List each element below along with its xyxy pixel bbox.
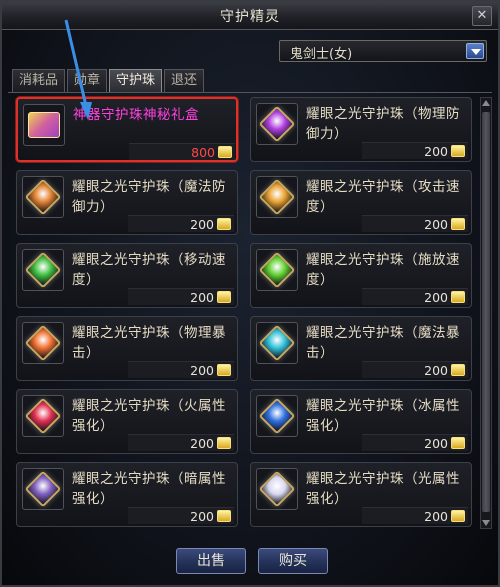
item-card[interactable]: 耀眼之光守护珠（魔法暴击） 200 bbox=[250, 316, 472, 381]
gold-coin-icon bbox=[451, 364, 465, 376]
item-card[interactable]: 耀眼之光守护珠（魔法防御力） 200 bbox=[16, 170, 238, 235]
purple-gem-icon bbox=[256, 103, 298, 145]
item-price: 200 bbox=[424, 436, 448, 451]
item-name: 耀眼之光守护珠（暗属性强化） bbox=[72, 471, 226, 507]
gold-coin-icon bbox=[217, 218, 231, 230]
item-name: 耀眼之光守护珠（魔法暴击） bbox=[306, 325, 460, 361]
item-price: 200 bbox=[190, 217, 214, 232]
scroll-down-icon[interactable] bbox=[482, 520, 490, 526]
item-card[interactable]: 耀眼之光守护珠（物理防御力） 200 bbox=[250, 97, 472, 162]
orange-gem-icon bbox=[256, 176, 298, 218]
item-card[interactable]: 耀眼之光守护珠（物理暴击） 200 bbox=[16, 316, 238, 381]
gold-coin-icon bbox=[451, 291, 465, 303]
gold-coin-icon bbox=[451, 145, 465, 157]
tab-consumables[interactable]: 消耗品 bbox=[12, 69, 66, 93]
green-gem-icon bbox=[22, 249, 64, 291]
item-card[interactable]: 耀眼之光守护珠（移动速度） 200 bbox=[16, 243, 238, 308]
gold-coin-icon bbox=[451, 437, 465, 449]
guardian-spirit-window: 守护精灵 ✕ 鬼剑士(女) 消耗品 勋章 守护珠 退还 神器守护珠神秘礼盒 800… bbox=[0, 0, 500, 587]
item-card[interactable]: 神器守护珠神秘礼盒 800 bbox=[16, 97, 238, 162]
price-bar: 200 bbox=[362, 142, 468, 159]
tab-bar: 消耗品 勋章 守护珠 退还 bbox=[12, 69, 206, 93]
tab-guardian-beads[interactable]: 守护珠 bbox=[109, 69, 163, 93]
orange-gem-icon bbox=[22, 322, 64, 364]
item-card[interactable]: 耀眼之光守护珠（施放速度） 200 bbox=[250, 243, 472, 308]
price-bar: 200 bbox=[362, 507, 468, 524]
item-price: 200 bbox=[424, 144, 448, 159]
item-price: 800 bbox=[191, 145, 215, 160]
gold-coin-icon bbox=[451, 218, 465, 230]
item-card[interactable]: 耀眼之光守护珠（暗属性强化） 200 bbox=[16, 462, 238, 527]
item-name: 耀眼之光守护珠（冰属性强化） bbox=[306, 398, 460, 434]
white-gem-icon bbox=[256, 468, 298, 510]
gold-coin-icon bbox=[217, 510, 231, 522]
cyan-gem-icon bbox=[256, 322, 298, 364]
tab-medals[interactable]: 勋章 bbox=[67, 69, 108, 93]
price-bar: 200 bbox=[128, 361, 234, 378]
price-bar: 200 bbox=[128, 507, 234, 524]
buy-button[interactable]: 购买 bbox=[258, 548, 328, 574]
item-name: 耀眼之光守护珠（物理防御力） bbox=[306, 106, 460, 142]
title-bar[interactable]: 守护精灵 ✕ bbox=[2, 2, 498, 30]
gold-coin-icon bbox=[218, 146, 232, 158]
price-bar: 200 bbox=[362, 361, 468, 378]
close-icon[interactable]: ✕ bbox=[472, 6, 492, 26]
window-title: 守护精灵 bbox=[220, 8, 280, 25]
item-name: 耀眼之光守护珠（施放速度） bbox=[306, 252, 460, 288]
scroll-up-icon[interactable] bbox=[482, 100, 490, 106]
item-price: 200 bbox=[190, 509, 214, 524]
item-grid: 神器守护珠神秘礼盒 800 耀眼之光守护珠（物理防御力） 200 耀眼之光守护珠（魔法防… bbox=[16, 97, 474, 529]
item-name: 耀眼之光守护珠（物理暴击） bbox=[72, 325, 226, 361]
item-name: 耀眼之光守护珠（魔法防御力） bbox=[72, 179, 226, 215]
gift-box-icon bbox=[23, 104, 65, 146]
item-price: 200 bbox=[190, 363, 214, 378]
price-bar: 200 bbox=[362, 434, 468, 451]
scroll-thumb[interactable] bbox=[482, 112, 490, 512]
red-gem-icon bbox=[22, 395, 64, 437]
orange-gem-icon bbox=[22, 176, 64, 218]
item-name: 耀眼之光守护珠（光属性强化） bbox=[306, 471, 460, 507]
tab-refund[interactable]: 退还 bbox=[164, 69, 205, 93]
scrollbar[interactable] bbox=[480, 97, 492, 529]
price-bar: 200 bbox=[128, 288, 234, 305]
item-name: 耀眼之光守护珠（移动速度） bbox=[72, 252, 226, 288]
price-bar: 800 bbox=[129, 143, 235, 160]
item-price: 200 bbox=[190, 290, 214, 305]
character-select-value: 鬼剑士(女) bbox=[290, 47, 353, 62]
blue-gem-icon bbox=[256, 395, 298, 437]
item-name: 耀眼之光守护珠（攻击速度） bbox=[306, 179, 460, 215]
price-bar: 200 bbox=[362, 288, 468, 305]
item-card[interactable]: 耀眼之光守护珠（光属性强化） 200 bbox=[250, 462, 472, 527]
gold-coin-icon bbox=[217, 364, 231, 376]
price-bar: 200 bbox=[128, 215, 234, 232]
item-price: 200 bbox=[190, 436, 214, 451]
tab-divider bbox=[8, 92, 492, 93]
item-card[interactable]: 耀眼之光守护珠（火属性强化） 200 bbox=[16, 389, 238, 454]
item-card[interactable]: 耀眼之光守护珠（攻击速度） 200 bbox=[250, 170, 472, 235]
sell-button[interactable]: 出售 bbox=[176, 548, 246, 574]
green-gem-icon bbox=[256, 249, 298, 291]
price-bar: 200 bbox=[128, 434, 234, 451]
violet-gem-icon bbox=[22, 468, 64, 510]
gold-coin-icon bbox=[451, 510, 465, 522]
gold-coin-icon bbox=[217, 291, 231, 303]
item-name: 神器守护珠神秘礼盒 bbox=[73, 107, 199, 123]
item-price: 200 bbox=[424, 363, 448, 378]
gold-coin-icon bbox=[217, 437, 231, 449]
character-select[interactable]: 鬼剑士(女) bbox=[279, 40, 487, 62]
chevron-down-icon[interactable] bbox=[466, 43, 484, 59]
item-price: 200 bbox=[424, 509, 448, 524]
item-price: 200 bbox=[424, 217, 448, 232]
item-name: 耀眼之光守护珠（火属性强化） bbox=[72, 398, 226, 434]
price-bar: 200 bbox=[362, 215, 468, 232]
item-card[interactable]: 耀眼之光守护珠（冰属性强化） 200 bbox=[250, 389, 472, 454]
item-price: 200 bbox=[424, 290, 448, 305]
